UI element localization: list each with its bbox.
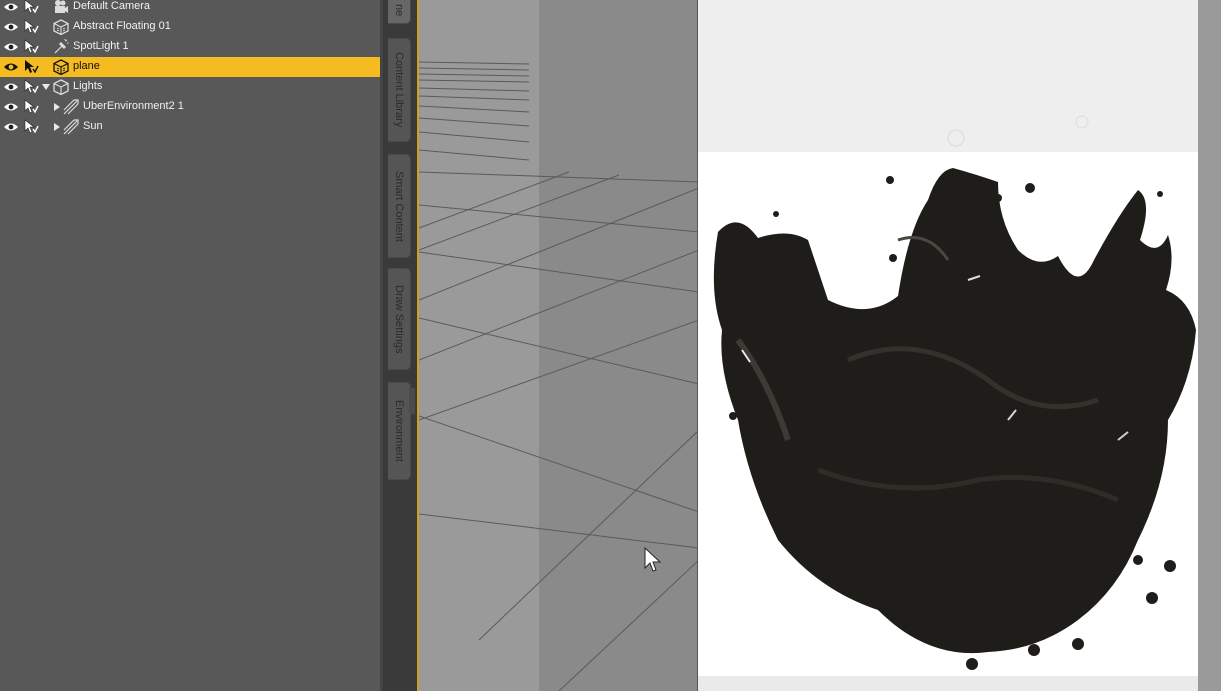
viewport-grid [419, 0, 699, 691]
selectable-pointer-icon[interactable] [23, 99, 39, 115]
splitter-grip[interactable] [409, 388, 415, 414]
scene-item-sun[interactable]: Sun [0, 117, 380, 137]
spotlight-icon [54, 39, 69, 54]
light-icon [63, 99, 79, 115]
visibility-eye-icon[interactable] [3, 122, 19, 132]
scene-item-label: Abstract Floating 01 [73, 20, 171, 32]
collapse-arrow-icon[interactable] [42, 84, 50, 90]
visibility-eye-icon[interactable] [3, 62, 19, 72]
visibility-eye-icon[interactable] [3, 102, 19, 112]
scene-item-label: Lights [73, 80, 103, 92]
figure-cube-icon [53, 19, 69, 35]
scene-item-label: SpotLight 1 [73, 40, 129, 52]
primitive-cube-icon [53, 59, 69, 75]
light-icon [63, 119, 79, 135]
render-preview [697, 0, 1199, 691]
scene-item-lights[interactable]: Lights [0, 77, 380, 97]
scene-item-default-camera[interactable]: Default Camera [0, 0, 380, 17]
render-image [698, 0, 1199, 691]
tab-smart-content[interactable]: Smart Content [388, 154, 411, 258]
selectable-pointer-icon[interactable] [23, 0, 39, 15]
group-icon [53, 79, 69, 95]
tab-environment[interactable]: Environment [388, 382, 411, 480]
scene-item-label: plane [73, 60, 100, 72]
3d-viewport[interactable] [417, 0, 699, 691]
visibility-eye-icon[interactable] [3, 2, 19, 12]
camera-icon [55, 0, 68, 13]
selectable-pointer-icon[interactable] [23, 19, 39, 35]
scene-item-spotlight[interactable]: SpotLight 1 [0, 37, 380, 57]
visibility-eye-icon[interactable] [3, 42, 19, 52]
side-tab-strip: ne Content Library Smart Content Draw Se… [383, 0, 417, 691]
scene-item-label: Default Camera [73, 0, 151, 12]
tab-draw-settings[interactable]: Draw Settings [388, 268, 411, 370]
expand-arrow-icon[interactable] [54, 123, 60, 131]
selectable-pointer-icon[interactable] [23, 59, 39, 75]
scene-item-abstract-floating[interactable]: Abstract Floating 01 [0, 17, 380, 37]
selectable-pointer-icon[interactable] [23, 119, 39, 135]
tab-scene[interactable]: ne [388, 0, 411, 24]
scene-item-uberenvironment[interactable]: UberEnvironment2 1 [0, 97, 380, 117]
scene-item-plane[interactable]: plane [0, 57, 380, 77]
expand-arrow-icon[interactable] [54, 103, 60, 111]
scene-panel: Default Camera Abstract Floating 01 Spot… [0, 0, 383, 691]
scene-item-label: UberEnvironment2 1 [83, 100, 184, 112]
selectable-pointer-icon[interactable] [23, 39, 39, 55]
selectable-pointer-icon[interactable] [23, 79, 39, 95]
scene-item-label: Sun [83, 120, 103, 132]
right-panel-edge [1198, 0, 1221, 691]
visibility-eye-icon[interactable] [3, 22, 19, 32]
visibility-eye-icon[interactable] [3, 82, 19, 92]
tab-content-library[interactable]: Content Library [388, 38, 411, 142]
